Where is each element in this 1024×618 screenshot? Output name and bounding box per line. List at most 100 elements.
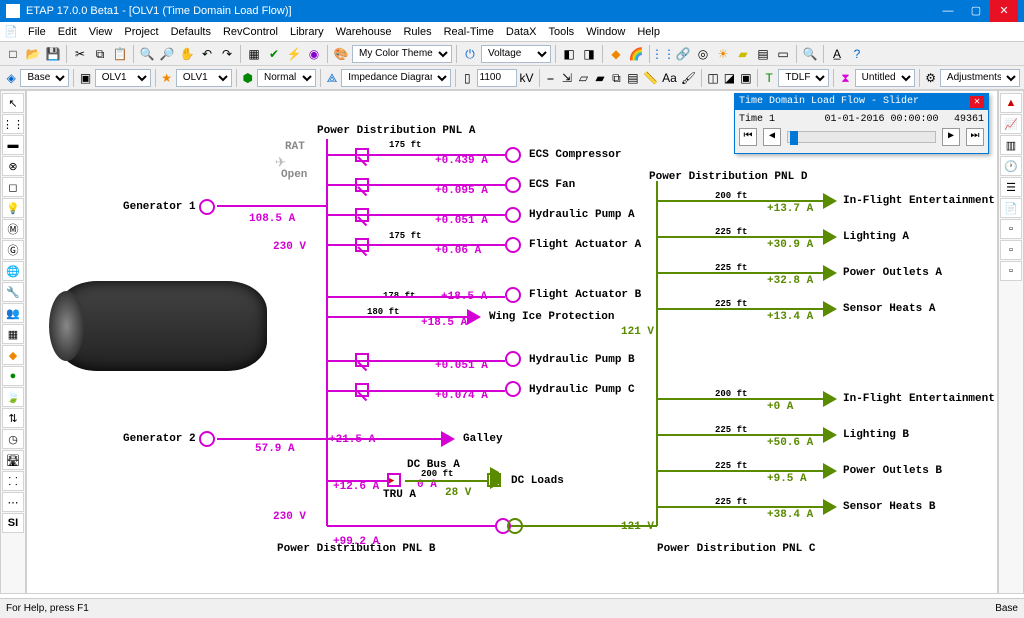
pal-people[interactable]: 👥 [2, 303, 24, 323]
rpal-bars[interactable]: ▥ [1000, 135, 1022, 155]
xmr-sec[interactable] [507, 518, 523, 534]
diagram-canvas[interactable]: Power Distribution PNL A Power Distribut… [26, 90, 998, 594]
menu-file[interactable]: File [22, 26, 52, 38]
copy-icon[interactable]: ⧉ [91, 45, 109, 63]
undo-icon[interactable]: ↶ [198, 45, 216, 63]
sym-sen-a[interactable] [823, 301, 837, 317]
sym-lgt-a[interactable] [823, 229, 837, 245]
slider-first-button[interactable]: ⏮ [739, 128, 757, 146]
layer-icon[interactable]: ▤ [626, 69, 640, 87]
gen1-symbol[interactable] [199, 199, 215, 215]
slider-track[interactable] [787, 131, 936, 143]
line-icon[interactable]: ⎯ [543, 69, 557, 87]
pal-breaker[interactable]: ◻ [2, 177, 24, 197]
palette-icon[interactable]: 🎨 [332, 45, 350, 63]
help-icon[interactable]: ? [848, 45, 866, 63]
sw-hyd-b[interactable] [355, 353, 369, 367]
slider-next-button[interactable]: ▶ [942, 128, 960, 146]
menu-library[interactable]: Library [284, 26, 330, 38]
sw-flt-a[interactable] [355, 238, 369, 252]
rpal-list[interactable]: ☰ [1000, 177, 1022, 197]
menu-tools[interactable]: Tools [543, 26, 581, 38]
misc3-icon[interactable]: ◆ [607, 45, 625, 63]
zoomin-icon[interactable]: 🔍 [138, 45, 156, 63]
sym-lgt-b[interactable] [823, 427, 837, 443]
study-combo[interactable]: TDLF [778, 69, 829, 87]
size-icon[interactable]: ⇲ [560, 69, 574, 87]
menu-window[interactable]: Window [580, 26, 631, 38]
target-icon[interactable]: ◎ [694, 45, 712, 63]
pal-orange[interactable]: ◆ [2, 345, 24, 365]
pal-globe[interactable]: 🌐 [2, 261, 24, 281]
pal-lamp[interactable]: 💡 [2, 198, 24, 218]
sym-ecs-comp[interactable] [505, 147, 521, 163]
ruler-icon[interactable]: 📏 [642, 69, 659, 87]
pal-dots[interactable]: ⋮⋮ [2, 114, 24, 134]
snap2-icon[interactable]: ▰ [593, 69, 607, 87]
zoom-input[interactable] [477, 69, 517, 87]
x2-icon[interactable]: ◪ [722, 69, 736, 87]
pal-leaf[interactable]: 🍃 [2, 387, 24, 407]
sym-galley[interactable] [441, 431, 455, 447]
pal-grid[interactable]: ▦ [2, 324, 24, 344]
menu-view[interactable]: View [83, 26, 119, 38]
kv-icon[interactable]: ▯ [460, 69, 474, 87]
rainbow-icon[interactable]: 🌈 [627, 45, 645, 63]
sym-ife-b[interactable] [823, 391, 837, 407]
menu-defaults[interactable]: Defaults [165, 26, 217, 38]
new-icon[interactable]: □ [4, 45, 22, 63]
save-icon[interactable]: 💾 [44, 45, 62, 63]
menu-help[interactable]: Help [631, 26, 666, 38]
sym-hyd-c[interactable] [505, 381, 521, 397]
misc1-icon[interactable]: ◧ [560, 45, 578, 63]
menu-project[interactable]: Project [118, 26, 164, 38]
pres-icon[interactable]: ▣ [78, 69, 92, 87]
align-icon[interactable]: ▭ [774, 45, 792, 63]
quantity-combo[interactable]: Voltage [481, 45, 551, 63]
pal-road[interactable]: 🛣 [2, 450, 24, 470]
sym-flt-a[interactable] [505, 237, 521, 253]
close-button[interactable]: ✕ [990, 0, 1018, 22]
check-icon[interactable]: ✔ [265, 45, 283, 63]
misc2-icon[interactable]: ◨ [580, 45, 598, 63]
base-combo[interactable]: Base [20, 69, 69, 87]
rpal-plot[interactable]: 📈 [1000, 114, 1022, 134]
tdlf-slider-panel[interactable]: Time Domain Load Flow - Slider ✕ Time 1 … [734, 93, 989, 154]
group-icon[interactable]: ⧉ [609, 69, 623, 87]
config-combo[interactable]: Normal [257, 69, 316, 87]
pal-pointer[interactable]: ↖ [2, 93, 24, 113]
rpal-clock[interactable]: 🕐 [1000, 156, 1022, 176]
tiles-icon[interactable]: ▤ [754, 45, 772, 63]
case-icon[interactable]: ⧗ [838, 69, 852, 87]
pal-bus[interactable]: ▬ [2, 135, 24, 155]
config-icon[interactable]: ⬢ [241, 69, 255, 87]
theme-combo[interactable]: My Color Theme [352, 45, 452, 63]
minimize-button[interactable]: — [934, 0, 962, 22]
sym-pow-a[interactable] [823, 265, 837, 281]
sym-ecs-fan[interactable] [505, 177, 521, 193]
sw-ecs-fan[interactable] [355, 178, 369, 192]
grid-icon[interactable]: ▦ [245, 45, 263, 63]
pal-dots2[interactable]: ⸬ [2, 471, 24, 491]
menu-warehouse[interactable]: Warehouse [330, 26, 398, 38]
star-icon[interactable]: ★ [159, 69, 173, 87]
slider-close-button[interactable]: ✕ [970, 96, 984, 108]
snap-icon[interactable]: ▱ [576, 69, 590, 87]
paste-icon[interactable]: 📋 [111, 45, 129, 63]
menu-realtime[interactable]: Real-Time [438, 26, 500, 38]
base-icon[interactable]: ◈ [4, 69, 18, 87]
pal-wrench[interactable]: 🔧 [2, 282, 24, 302]
pal-gen[interactable]: Ⓖ [2, 240, 24, 260]
menu-edit[interactable]: Edit [52, 26, 83, 38]
pal-green[interactable]: ● [2, 366, 24, 386]
slider-prev-button[interactable]: ◀ [763, 128, 781, 146]
pan-icon[interactable]: ✋ [178, 45, 196, 63]
gear-icon[interactable]: ⚙ [923, 69, 937, 87]
color-icon[interactable]: 🖌 [680, 69, 697, 87]
pal-meter[interactable]: ◷ [2, 429, 24, 449]
x1-icon[interactable]: ◫ [706, 69, 720, 87]
rpal-x3[interactable]: ▫ [1000, 261, 1022, 281]
sw-hyd-a[interactable] [355, 208, 369, 222]
gen2-symbol[interactable] [199, 431, 215, 447]
rpal-x1[interactable]: ▫ [1000, 219, 1022, 239]
